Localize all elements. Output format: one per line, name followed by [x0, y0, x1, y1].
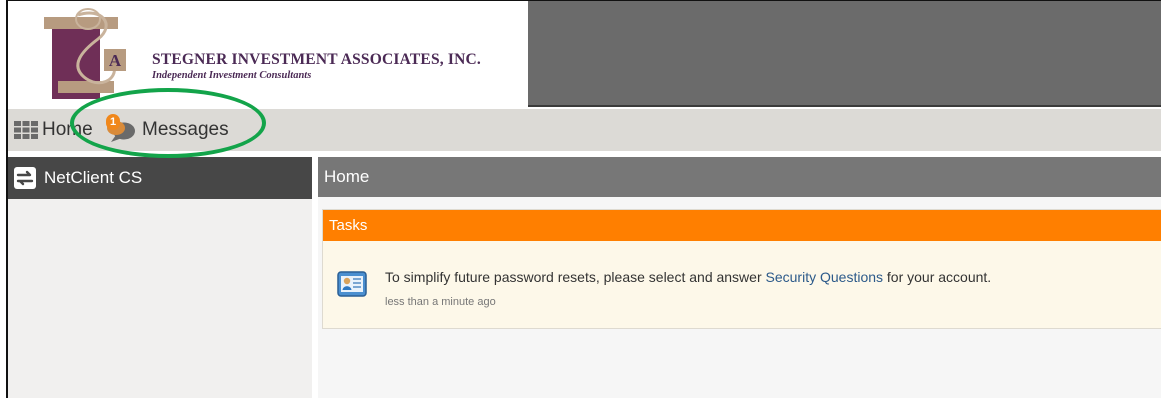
- sidebar-title: NetClient CS: [44, 168, 143, 187]
- company-block: STEGNER INVESTMENT ASSOCIATES, INC. Inde…: [152, 51, 481, 81]
- tasks-panel: Tasks To simplify future password resets…: [322, 209, 1161, 329]
- task-message: To simplify future password resets, plea…: [385, 269, 991, 285]
- company-name: STEGNER INVESTMENT ASSOCIATES, INC.: [152, 51, 482, 68]
- security-questions-link[interactable]: Security Questions: [766, 269, 884, 285]
- nav-home[interactable]: Home: [14, 118, 93, 142]
- top-navigation: Home 1 Messages: [8, 109, 1161, 151]
- swap-arrows-icon: [14, 167, 36, 189]
- tasks-title: Tasks: [329, 217, 368, 234]
- grid-icon: [14, 121, 38, 139]
- task-text-before: To simplify future password resets, plea…: [385, 269, 766, 285]
- company-tagline: Independent Investment Consultants: [152, 70, 312, 81]
- logo-area: A STEGNER INVESTMENT ASSOCIATES, INC. In…: [8, 1, 528, 109]
- tasks-header: Tasks: [323, 210, 1161, 241]
- messages-badge: 1: [106, 114, 120, 130]
- page-title: Home: [324, 167, 370, 186]
- nav-messages[interactable]: 1 Messages: [100, 114, 229, 143]
- nav-messages-label: Messages: [142, 119, 229, 140]
- sidebar-netclient[interactable]: NetClient CS: [8, 157, 312, 199]
- task-timestamp: less than a minute ago: [385, 296, 496, 308]
- sidebar: NetClient CS: [8, 157, 312, 398]
- main-header: Home: [318, 157, 1161, 197]
- header: A STEGNER INVESTMENT ASSOCIATES, INC. In…: [8, 1, 1161, 109]
- task-item: To simplify future password resets, plea…: [337, 268, 1157, 318]
- id-card-icon: [337, 271, 367, 297]
- company-logo: A: [44, 8, 126, 99]
- main-panel: Home Tasks To simplify future password r…: [318, 157, 1161, 398]
- logo-letter: A: [109, 51, 122, 70]
- app-frame: A STEGNER INVESTMENT ASSOCIATES, INC. In…: [6, 0, 1161, 398]
- nav-home-label: Home: [42, 119, 93, 140]
- task-text-after: for your account.: [883, 269, 992, 285]
- header-banner: [528, 1, 1161, 107]
- speech-bubble-icon: 1: [100, 114, 138, 143]
